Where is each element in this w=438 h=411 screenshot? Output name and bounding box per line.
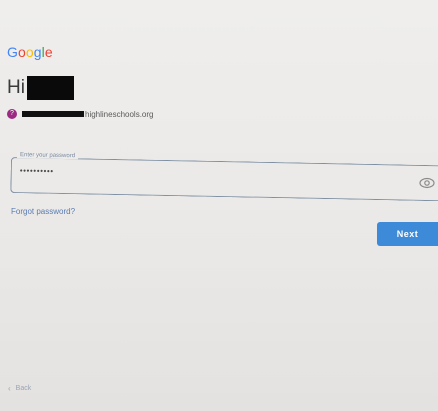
back-label: Back bbox=[15, 385, 32, 392]
show-password-eye-icon[interactable] bbox=[419, 177, 435, 189]
redacted-email bbox=[22, 111, 84, 117]
next-button[interactable]: Next bbox=[377, 222, 438, 246]
sign-in-screen: Google Hi ? highlineschools.org Enter yo… bbox=[0, 0, 438, 411]
google-logo: Google bbox=[7, 44, 53, 60]
redacted-name bbox=[26, 76, 74, 100]
password-field[interactable]: Enter your password •••••••••• bbox=[10, 152, 438, 202]
back-button[interactable]: ‹ Back bbox=[8, 384, 31, 393]
forgot-password-link[interactable]: Forgot password? bbox=[11, 207, 75, 216]
chevron-left-icon: ‹ bbox=[8, 384, 11, 393]
account-chip[interactable]: ? highlineschools.org bbox=[7, 108, 154, 120]
password-value[interactable]: •••••••••• bbox=[20, 166, 54, 176]
email-domain: highlineschools.org bbox=[85, 109, 154, 119]
page-title: Hi bbox=[7, 76, 74, 100]
greeting-text: Hi bbox=[7, 77, 25, 98]
avatar: ? bbox=[7, 109, 17, 119]
password-label: Enter your password bbox=[16, 152, 79, 160]
